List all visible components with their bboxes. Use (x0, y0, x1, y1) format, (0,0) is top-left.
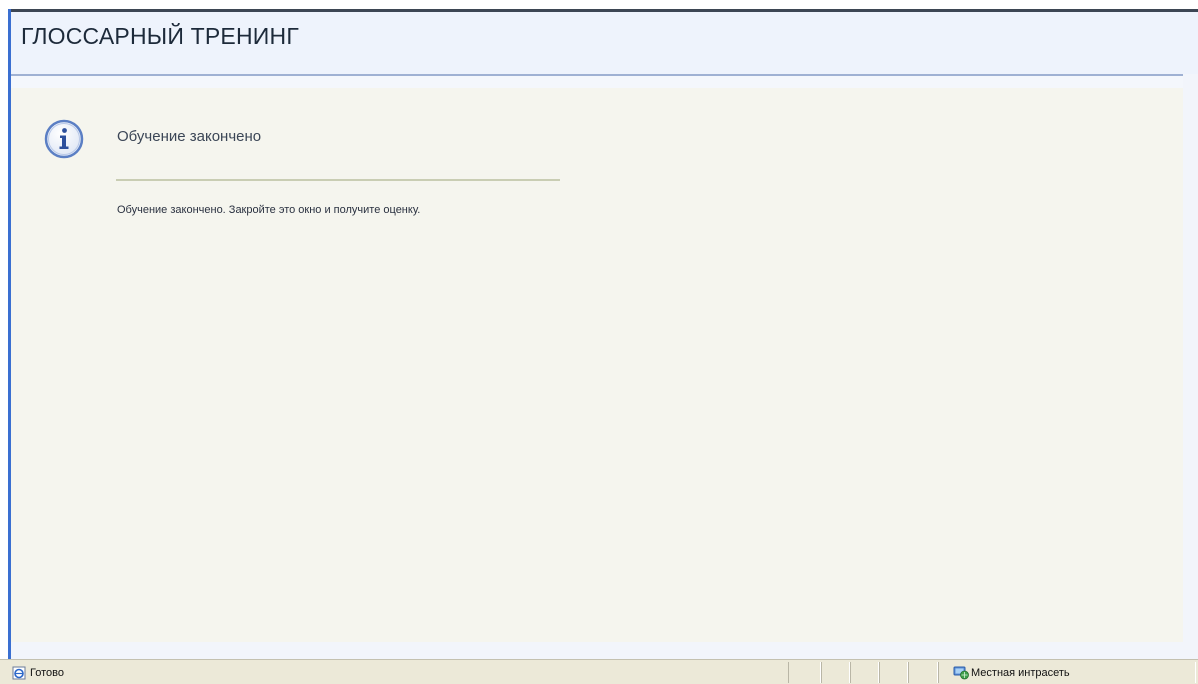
content-panel (11, 88, 1183, 642)
status-text: Готово (30, 667, 64, 679)
right-margin (1183, 74, 1198, 659)
page-header: ГЛОССАРНЫЙ ТРЕНИНГ (11, 12, 1198, 74)
status-pane (908, 662, 938, 683)
top-margin (0, 0, 1198, 9)
message-divider (116, 179, 560, 181)
message-heading: Обучение закончено (117, 128, 262, 145)
status-pane (821, 662, 850, 683)
status-pane (788, 662, 821, 683)
ie-page-icon (12, 666, 26, 680)
browser-window: ГЛОССАРНЫЙ ТРЕНИНГ Обучение закончено Об… (0, 0, 1198, 684)
status-pane (850, 662, 879, 683)
message-text: Обучение закончено. Закройте это окно и … (117, 204, 421, 216)
info-icon (44, 119, 84, 159)
page-title: ГЛОССАРНЫЙ ТРЕНИНГ (21, 23, 299, 49)
status-bar: Готово Местная интрасеть (0, 659, 1198, 684)
status-pane (879, 662, 908, 683)
security-zone-label: Местная интрасеть (971, 667, 1070, 679)
header-spacer (11, 76, 1198, 88)
bottom-margin (11, 642, 1198, 659)
local-intranet-icon (953, 666, 969, 680)
